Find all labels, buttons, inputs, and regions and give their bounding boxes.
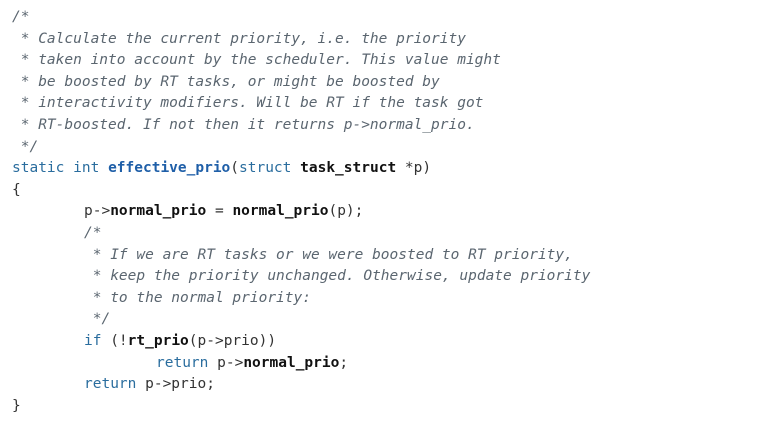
inner-comment-line: * keep the priority unchanged. Otherwise… xyxy=(84,268,591,285)
call-args: (p->prio)) xyxy=(188,332,277,349)
inner-comment-close: */ xyxy=(84,311,111,328)
lhs-prefix: p-> xyxy=(84,203,111,220)
keyword-return: return xyxy=(84,376,137,393)
assignment-statement: p->normal_prio = normal_prio(p); xyxy=(12,201,772,223)
function-signature: static int effective_prio(struct task_st… xyxy=(12,158,772,180)
code-viewer: /* * Calculate the current priority, i.e… xyxy=(0,0,772,439)
comment-line: * interactivity modifiers. Will be RT if… xyxy=(12,95,484,112)
code-block: /* * Calculate the current priority, i.e… xyxy=(0,0,772,417)
return-prio-statement: return p->prio; xyxy=(12,374,772,396)
brace-open: { xyxy=(12,181,21,198)
inner-comment-open: /* xyxy=(84,224,102,241)
statement-end: ; xyxy=(339,354,349,371)
keyword-int: int xyxy=(73,160,100,177)
if-open: (! xyxy=(101,332,128,349)
paren-open: ( xyxy=(230,160,240,177)
return-prefix: p-> xyxy=(208,354,244,371)
type-name: task_struct xyxy=(300,160,397,177)
call-name: rt_prio xyxy=(127,332,189,349)
comment-close: */ xyxy=(12,138,39,155)
comment-line: * RT-boosted. If not then it returns p->… xyxy=(12,116,475,133)
if-statement: if (!rt_prio(p->prio)) xyxy=(12,331,772,353)
comment-line: * taken into account by the scheduler. T… xyxy=(12,52,501,69)
comment-line: * be boosted by RT tasks, or might be bo… xyxy=(12,73,440,90)
function-name: effective_prio xyxy=(108,160,231,177)
comment-line: * Calculate the current priority, i.e. t… xyxy=(12,30,466,47)
keyword-struct: struct xyxy=(239,160,292,177)
return-boosted-statement: return p->normal_prio; xyxy=(12,353,772,375)
keyword-if: if xyxy=(84,332,102,349)
call-name: normal_prio xyxy=(232,203,329,220)
inner-comment-line: * to the normal priority: xyxy=(84,289,311,306)
call-args: (p); xyxy=(328,203,364,220)
parameter: *p) xyxy=(396,160,432,177)
keyword-static: static xyxy=(12,160,65,177)
brace-close: } xyxy=(12,397,21,414)
keyword-return: return xyxy=(156,354,209,371)
return-expression: p->prio; xyxy=(136,376,215,393)
assign-operator: = xyxy=(206,203,233,220)
lhs-field: normal_prio xyxy=(110,203,207,220)
inner-comment-line: * If we are RT tasks or we were boosted … xyxy=(84,246,573,263)
return-field: normal_prio xyxy=(243,354,340,371)
comment-open: /* xyxy=(12,9,30,25)
